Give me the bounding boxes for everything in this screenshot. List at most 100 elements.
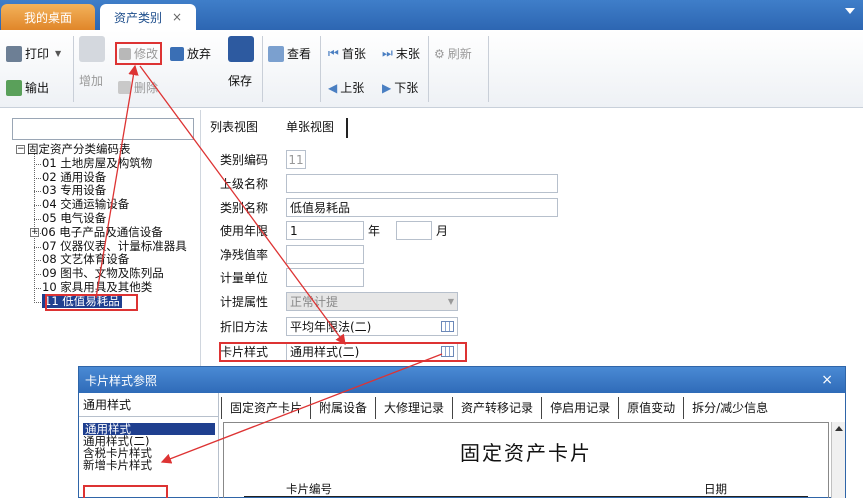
edit-button[interactable]: 修改 xyxy=(115,42,163,65)
tree-item[interactable]: 10 家具用具及其他类 xyxy=(10,279,200,295)
unit-label: 计量单位 xyxy=(220,271,269,285)
month-unit: 月 xyxy=(436,224,449,238)
unit-row: 计量单位 xyxy=(220,268,364,287)
toolbar-divider xyxy=(428,36,429,102)
tree-item[interactable]: 05 电气设备 xyxy=(10,211,200,226)
next-label: 下张 xyxy=(394,81,419,95)
expand-icon[interactable]: + xyxy=(30,227,39,237)
close-icon[interactable]: × xyxy=(821,372,833,388)
tree-item-label: 10 家具用具及其他类 xyxy=(42,279,153,294)
tree-item[interactable]: +06 电子产品及通信设备 xyxy=(10,225,200,240)
tree-item-label: 04 交通运输设备 xyxy=(42,197,130,212)
prev-label: 上张 xyxy=(340,81,365,95)
dialog-tab[interactable]: 资产转移记录 xyxy=(453,397,543,419)
reference-grid-icon[interactable] xyxy=(441,321,454,332)
dialog-tab[interactable]: 拆分/减少信息 xyxy=(684,397,776,419)
annotation-box xyxy=(83,485,168,498)
dialog-tab[interactable]: 停启用记录 xyxy=(542,397,620,419)
last-label: 末张 xyxy=(395,47,420,61)
accrual-row: 计提属性 正常计提 ▼ xyxy=(220,292,458,311)
residual-rate-field[interactable] xyxy=(286,245,364,264)
view-icon xyxy=(268,45,284,62)
tree-item[interactable]: 07 仪器仪表、计量标准器具 xyxy=(10,239,200,254)
discard-button[interactable]: 放弃 xyxy=(170,45,211,62)
refresh-icon: ⚙ xyxy=(434,46,445,61)
last-record-button[interactable]: ⏭ 末张 xyxy=(382,45,420,62)
name-label: 类别名称 xyxy=(220,201,269,215)
close-icon[interactable]: × xyxy=(172,10,182,24)
add-icon xyxy=(79,36,105,62)
delete-button[interactable]: 删除 xyxy=(118,79,158,96)
panel-divider xyxy=(200,110,201,370)
dialog-tab[interactable]: 原值变动 xyxy=(619,397,685,419)
toolbar-divider xyxy=(488,36,489,102)
tree-item[interactable]: 08 文艺体育设备 xyxy=(10,252,200,267)
next-icon: ▶ xyxy=(382,80,392,95)
tree-item[interactable]: 04 交通运输设备 xyxy=(10,197,200,212)
prev-icon: ◀ xyxy=(328,80,338,95)
name-row: 类别名称 低值易耗品 xyxy=(220,198,558,217)
tab-my-desktop[interactable]: 我的桌面 xyxy=(1,4,95,30)
depreciation-method-field[interactable]: 平均年限法(二) xyxy=(286,317,458,336)
tree-item[interactable]: 02 通用设备 xyxy=(10,170,200,185)
printer-icon xyxy=(6,45,22,62)
category-name-field[interactable]: 低值易耗品 xyxy=(286,198,558,217)
code-field[interactable]: 11 xyxy=(286,150,306,169)
tab-asset-category[interactable]: 资产类别 × xyxy=(100,4,196,30)
dialog-tab[interactable]: 固定资产卡片 xyxy=(221,397,312,419)
refresh-button[interactable]: ⚙ 刷新 xyxy=(434,45,472,62)
parent-row: 上级名称 xyxy=(220,174,558,193)
print-button[interactable]: 打印 ▼ xyxy=(6,45,61,62)
style-list: 通用样式 通用样式(二) 含税卡片样式 新增卡片样式 xyxy=(83,423,215,471)
tree-item[interactable]: 09 图书、文物及陈列品 xyxy=(10,266,200,281)
method-value: 平均年限法(二) xyxy=(290,320,372,334)
save-button[interactable]: 保存 xyxy=(228,72,252,89)
card-preview: 固定资产卡片 卡片编号 日期 xyxy=(223,422,829,498)
tree-root[interactable]: − 固定资产分类编码表 xyxy=(10,142,200,157)
dialog-tab[interactable]: 附属设备 xyxy=(311,397,377,419)
edit-label: 修改 xyxy=(134,47,159,61)
toolbar-divider xyxy=(73,36,74,102)
add-label: 增加 xyxy=(79,74,104,88)
tab-card-view[interactable]: 单张视图 xyxy=(286,118,349,138)
dialog-tab[interactable]: 大修理记录 xyxy=(376,397,454,419)
scrollbar[interactable] xyxy=(831,422,845,498)
residual-label: 净残值率 xyxy=(220,248,269,262)
tree-item-label: 03 专用设备 xyxy=(42,183,107,198)
first-record-button[interactable]: ⏮ 首张 xyxy=(328,45,366,62)
annotation-box xyxy=(45,294,138,311)
code-label: 类别编码 xyxy=(220,153,269,167)
tree-item-label: 01 土地房屋及构筑物 xyxy=(42,155,153,170)
preview-title: 固定资产卡片 xyxy=(460,441,592,465)
export-button[interactable]: 输出 xyxy=(6,79,49,96)
method-label: 折旧方法 xyxy=(220,320,269,334)
tree-item[interactable]: 03 专用设备 xyxy=(10,183,200,198)
preview-date: 日期 xyxy=(704,482,727,496)
add-button[interactable]: 增加 xyxy=(79,72,103,89)
view-button[interactable]: 查看 xyxy=(268,45,311,62)
accrual-select[interactable]: 正常计提 ▼ xyxy=(286,292,458,311)
life-months-field[interactable] xyxy=(396,221,433,240)
dialog-tabs: 固定资产卡片 附属设备 大修理记录 资产转移记录 停启用记录 原值变动 拆分/减… xyxy=(221,397,776,419)
style-list-item[interactable]: 新增卡片样式 xyxy=(83,459,215,471)
parent-name-field[interactable] xyxy=(286,174,558,193)
parent-label: 上级名称 xyxy=(220,177,269,191)
unit-field[interactable] xyxy=(286,268,364,287)
discard-icon xyxy=(170,46,184,61)
prev-record-button[interactable]: ◀ 上张 xyxy=(328,79,364,96)
life-years-field[interactable]: 1 xyxy=(286,221,364,240)
tree-search-input[interactable] xyxy=(12,118,194,140)
discard-label: 放弃 xyxy=(187,47,212,61)
delete-label: 删除 xyxy=(134,81,159,95)
method-row: 折旧方法 平均年限法(二) xyxy=(220,317,458,336)
refresh-label: 刷新 xyxy=(447,47,472,61)
collapse-icon[interactable]: − xyxy=(16,145,25,154)
chevron-down-icon[interactable]: ▼ xyxy=(55,49,61,58)
accrual-label: 计提属性 xyxy=(220,295,269,309)
toolbar: 打印 ▼ 输出 增加 修改 删除 放弃 保存 查看 ⏮ 首张 ⏭ 末张 ◀ 上张… xyxy=(0,30,863,108)
chevron-down-icon[interactable] xyxy=(845,8,855,14)
tab-list-view[interactable]: 列表视图 xyxy=(210,118,258,138)
tree-item[interactable]: 01 土地房屋及构筑物 xyxy=(10,155,200,171)
next-record-button[interactable]: ▶ 下张 xyxy=(382,79,418,96)
scroll-up-icon[interactable] xyxy=(834,426,843,431)
